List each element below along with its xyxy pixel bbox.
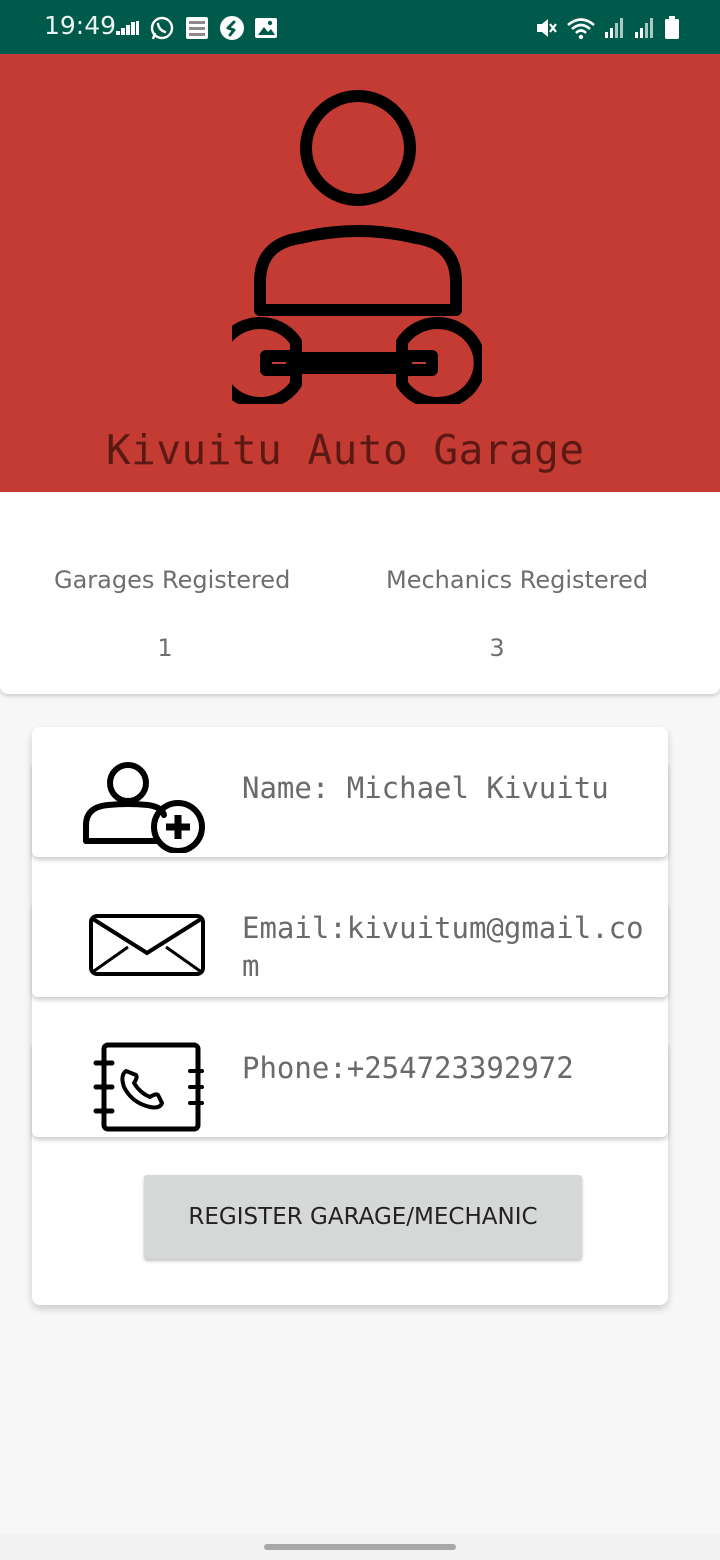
wifi-icon [567, 18, 595, 40]
whatsapp-icon [150, 16, 174, 40]
email-row: Email:kivuitum@gmail.com [32, 901, 668, 997]
home-indicator[interactable] [264, 1544, 456, 1550]
phone-row: Phone:+254723392972 [32, 1041, 668, 1137]
bible-app-icon [186, 17, 208, 39]
system-icons [534, 14, 680, 42]
garages-registered-label: Garages Registered [54, 566, 291, 594]
profile-card: Name: Michael Kivuitu Email:kivuitum@gma… [32, 727, 668, 1305]
add-user-icon [83, 762, 205, 853]
profile-email: Email:kivuitum@gmail.com [242, 911, 644, 983]
register-garage-mechanic-button[interactable]: REGISTER GARAGE/MECHANIC [144, 1175, 582, 1259]
signal-icon-2 [635, 18, 653, 38]
status-time: 19:49 [44, 11, 117, 40]
signal-icon [605, 18, 623, 38]
mechanics-stat: Mechanics Registered 3 [386, 566, 649, 662]
envelope-icon [89, 914, 205, 976]
image-icon [255, 18, 277, 38]
header-banner: Kivuitu Auto Garage [0, 54, 720, 492]
notification-icons [116, 14, 278, 42]
garages-registered-count: 1 [157, 634, 173, 662]
name-row: Name: Michael Kivuitu [32, 761, 668, 857]
navigation-bar [0, 1534, 720, 1560]
phonebook-icon [93, 1042, 204, 1132]
garages-stat: Garages Registered 1 [54, 566, 291, 662]
profile-phone: Phone:+254723392972 [242, 1051, 574, 1085]
status-bar: 19:49 [0, 0, 720, 54]
battery-icon [665, 16, 679, 39]
mechanic-icon [232, 90, 482, 404]
shazam-icon [220, 16, 244, 40]
garage-title: Kivuitu Auto Garage [106, 426, 585, 474]
profile-name: Name: Michael Kivuitu [242, 771, 609, 805]
mechanics-registered-label: Mechanics Registered [386, 566, 649, 594]
mute-icon [537, 19, 557, 37]
data-signal-icon [116, 21, 139, 35]
stats-card: Garages Registered 1 Mechanics Registere… [0, 492, 720, 694]
mechanics-registered-count: 3 [489, 634, 505, 662]
